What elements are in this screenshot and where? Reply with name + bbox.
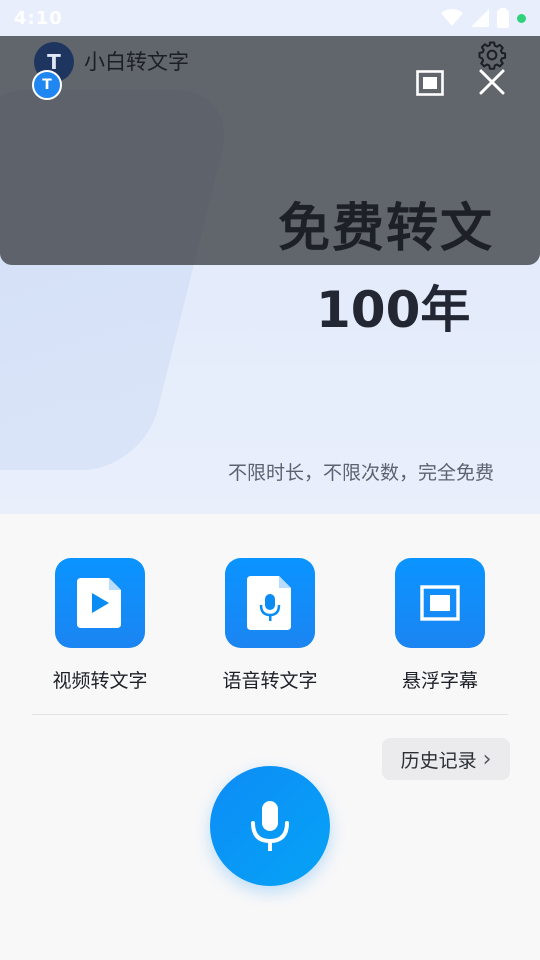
record-button[interactable] [210, 766, 330, 886]
video-file-icon [77, 578, 121, 628]
microphone-icon [251, 801, 289, 851]
hero-headline: 免费转文 [277, 199, 494, 259]
section-divider [32, 714, 508, 715]
feature-audio-to-text[interactable]: 语音转文字 [195, 558, 345, 693]
feature-icon-tile [55, 558, 145, 648]
notification-dot-icon [517, 13, 526, 23]
feature-icon-tile [395, 558, 485, 648]
hero-subtitle: 不限时长，不限次数，完全免费 [227, 462, 494, 484]
feature-grid: 视频转文字 语音转文字 悬浮字幕 [0, 558, 540, 698]
chevron-right-icon: › [482, 746, 492, 772]
close-icon[interactable] [478, 68, 506, 96]
feature-label: 视频转文字 [52, 670, 148, 692]
app-name: 小白转文字 [84, 50, 189, 74]
history-label: 历史记录 [400, 749, 477, 772]
floating-app-badge-icon[interactable]: T [32, 70, 62, 100]
history-button[interactable]: 历史记录 › [382, 738, 510, 780]
signal-icon [471, 9, 489, 27]
feature-label: 语音转文字 [222, 670, 318, 692]
status-time: 4:10 [14, 7, 63, 29]
hero-headline-years: 100年 [316, 281, 471, 339]
feature-floating-subtitle[interactable]: 悬浮字幕 [365, 558, 515, 693]
feature-video-to-text[interactable]: 视频转文字 [25, 558, 175, 693]
picture-in-picture-icon[interactable] [416, 70, 444, 96]
badge-letter: T [42, 77, 52, 93]
audio-file-icon [247, 576, 291, 630]
settings-gear-icon[interactable] [477, 40, 507, 70]
status-icons [441, 8, 526, 28]
feature-icon-tile [225, 558, 315, 648]
status-bar: 4:10 [0, 0, 540, 36]
wifi-icon [441, 9, 463, 26]
feature-label: 悬浮字幕 [401, 670, 478, 692]
battery-icon [497, 8, 509, 28]
floating-window-icon [420, 585, 460, 621]
